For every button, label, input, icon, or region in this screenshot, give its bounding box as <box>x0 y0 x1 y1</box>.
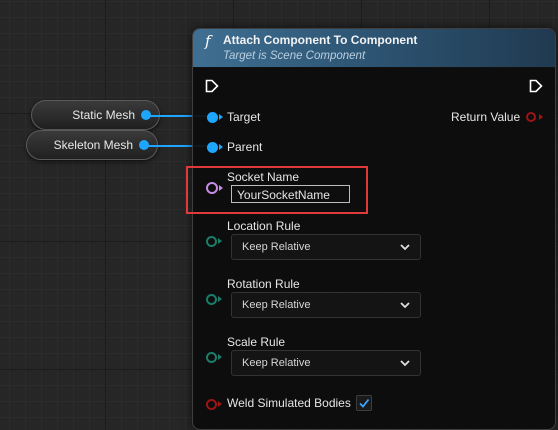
parent-pin-arrow-icon <box>219 144 223 150</box>
weld-bodies-label: Weld Simulated Bodies <box>227 396 351 410</box>
rotation-rule-value: Keep Relative <box>242 299 311 311</box>
location-rule-value: Keep Relative <box>242 241 311 253</box>
location-rule-label: Location Rule <box>227 219 301 233</box>
weld-bodies-arrow-icon <box>218 401 222 407</box>
exec-out-pin-icon[interactable] <box>529 79 543 93</box>
return-value-pin-icon[interactable] <box>526 112 536 122</box>
rotation-rule-label: Rotation Rule <box>227 277 300 291</box>
location-rule-dropdown[interactable]: Keep Relative <box>231 234 421 260</box>
target-label: Target <box>227 110 261 124</box>
location-rule-pin-icon[interactable] <box>206 236 217 247</box>
skeleton-mesh-label: Skeleton Mesh <box>53 138 133 152</box>
static-mesh-variable-node[interactable]: Static Mesh <box>31 100 160 130</box>
scale-rule-arrow-icon <box>218 354 222 360</box>
chevron-down-icon <box>400 293 410 326</box>
chevron-down-icon <box>400 235 410 268</box>
parent-pin-icon[interactable] <box>207 142 218 153</box>
node-header[interactable]: f Attach Component To Component Target i… <box>193 29 555 68</box>
weld-bodies-pin-icon[interactable] <box>206 399 217 410</box>
exec-in-pin-icon[interactable] <box>205 79 219 93</box>
skeleton-mesh-variable-node[interactable]: Skeleton Mesh <box>26 130 158 160</box>
scale-rule-label: Scale Rule <box>227 335 286 349</box>
socket-name-highlight-box <box>186 166 368 214</box>
weld-bodies-checkbox[interactable] <box>356 395 372 411</box>
checkmark-icon <box>359 398 370 408</box>
location-rule-arrow-icon <box>218 238 222 244</box>
target-pin-arrow-icon <box>219 114 223 120</box>
target-pin-icon[interactable] <box>207 112 218 123</box>
return-value-label: Return Value <box>451 110 521 124</box>
parent-label: Parent <box>227 140 263 154</box>
scale-rule-pin-icon[interactable] <box>206 352 217 363</box>
rotation-rule-arrow-icon <box>218 296 222 302</box>
static-mesh-label: Static Mesh <box>72 108 135 122</box>
return-value-arrow-icon <box>539 114 543 120</box>
function-icon: f <box>205 32 211 50</box>
attach-component-node[interactable]: f Attach Component To Component Target i… <box>192 28 556 430</box>
chevron-down-icon <box>400 351 410 384</box>
scale-rule-dropdown[interactable]: Keep Relative <box>231 350 421 376</box>
node-title: Attach Component To Component <box>223 33 418 47</box>
scale-rule-value: Keep Relative <box>242 357 311 369</box>
node-subtitle: Target is Scene Component <box>223 50 366 62</box>
rotation-rule-pin-icon[interactable] <box>206 294 217 305</box>
rotation-rule-dropdown[interactable]: Keep Relative <box>231 292 421 318</box>
